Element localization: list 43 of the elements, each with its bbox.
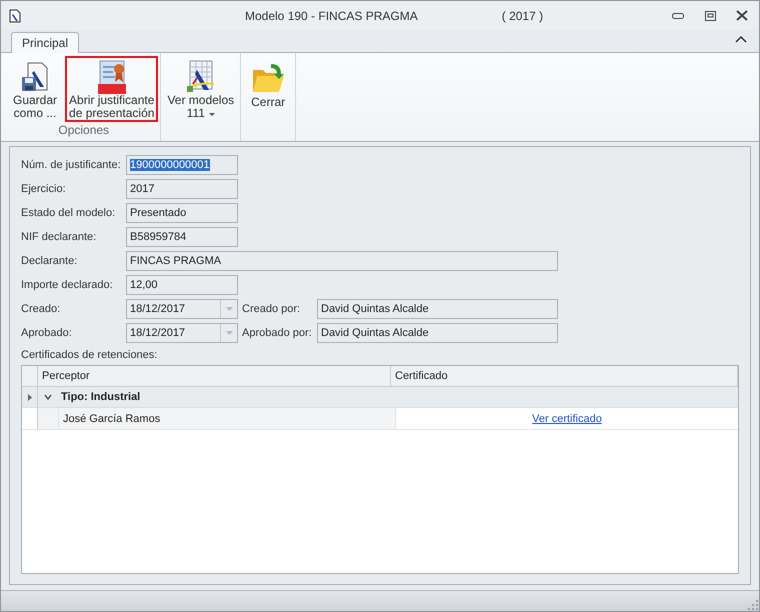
pdf-certificate-icon xyxy=(96,60,127,94)
ribbon-button[interactable]: Cerrar xyxy=(243,56,294,122)
column-header[interactable]: Certificado xyxy=(391,366,738,386)
ribbon-group-label: Opciones xyxy=(57,123,110,139)
table-cell: José García Ramos xyxy=(59,408,396,429)
collapse-ribbon-button[interactable] xyxy=(735,35,747,45)
minimize-icon xyxy=(672,12,684,18)
text-field[interactable]: 2017 xyxy=(126,179,238,199)
ribbon-button[interactable]: Abrir justificante de presentación xyxy=(65,56,158,122)
field-label: Importe declarado: xyxy=(21,279,114,291)
field-label: Núm. de justificante: xyxy=(21,159,122,171)
text-field[interactable]: David Quintas Alcalde xyxy=(317,299,558,319)
field-label: Creado por: xyxy=(241,303,302,315)
dropdown-caret-icon xyxy=(226,307,232,311)
field-label: Aprobado: xyxy=(21,327,73,339)
field-label: NIF declarante: xyxy=(21,231,98,243)
field-label: Creado: xyxy=(21,303,62,315)
text-field[interactable]: Presentado xyxy=(126,203,238,223)
field-label: Ejercicio: xyxy=(21,183,67,195)
certificate-link[interactable]: Ver certificado xyxy=(532,412,602,424)
text-field[interactable]: FINCAS PRAGMA xyxy=(126,251,558,271)
chevron-icon xyxy=(44,393,52,401)
group-row[interactable]: Tipo: Industrial xyxy=(38,387,146,407)
form-grid-icon xyxy=(184,60,217,94)
dropdown-caret-icon xyxy=(226,331,232,335)
window-title: Modelo 190 - FINCAS PRAGMA xyxy=(245,9,418,23)
text-field[interactable]: 12,00 xyxy=(126,275,238,295)
date-field[interactable]: 18/12/2017 xyxy=(126,299,238,319)
open-folder-icon xyxy=(251,62,286,94)
section-label: Certificados de retenciones: xyxy=(21,349,158,361)
date-field[interactable]: 18/12/2017 xyxy=(126,323,238,343)
column-header[interactable]: Perceptor xyxy=(38,366,391,386)
ribbon-button[interactable]: Guardar como ... xyxy=(9,56,62,122)
text-field[interactable]: B58959784 xyxy=(126,227,238,247)
field-label: Declarante: xyxy=(21,255,78,267)
ribbon-button[interactable]: Ver modelos 111 xyxy=(163,56,238,122)
field-label: Aprobado por: xyxy=(241,327,313,339)
text-field[interactable]: David Quintas Alcalde xyxy=(317,323,558,343)
window-year: ( 2017 ) xyxy=(502,9,544,23)
ribbon-tab[interactable]: Principal xyxy=(11,32,80,53)
field-label: Estado del modelo: xyxy=(21,207,116,219)
text-field[interactable]: 1900000000001 xyxy=(126,155,238,175)
app-icon xyxy=(9,8,21,22)
